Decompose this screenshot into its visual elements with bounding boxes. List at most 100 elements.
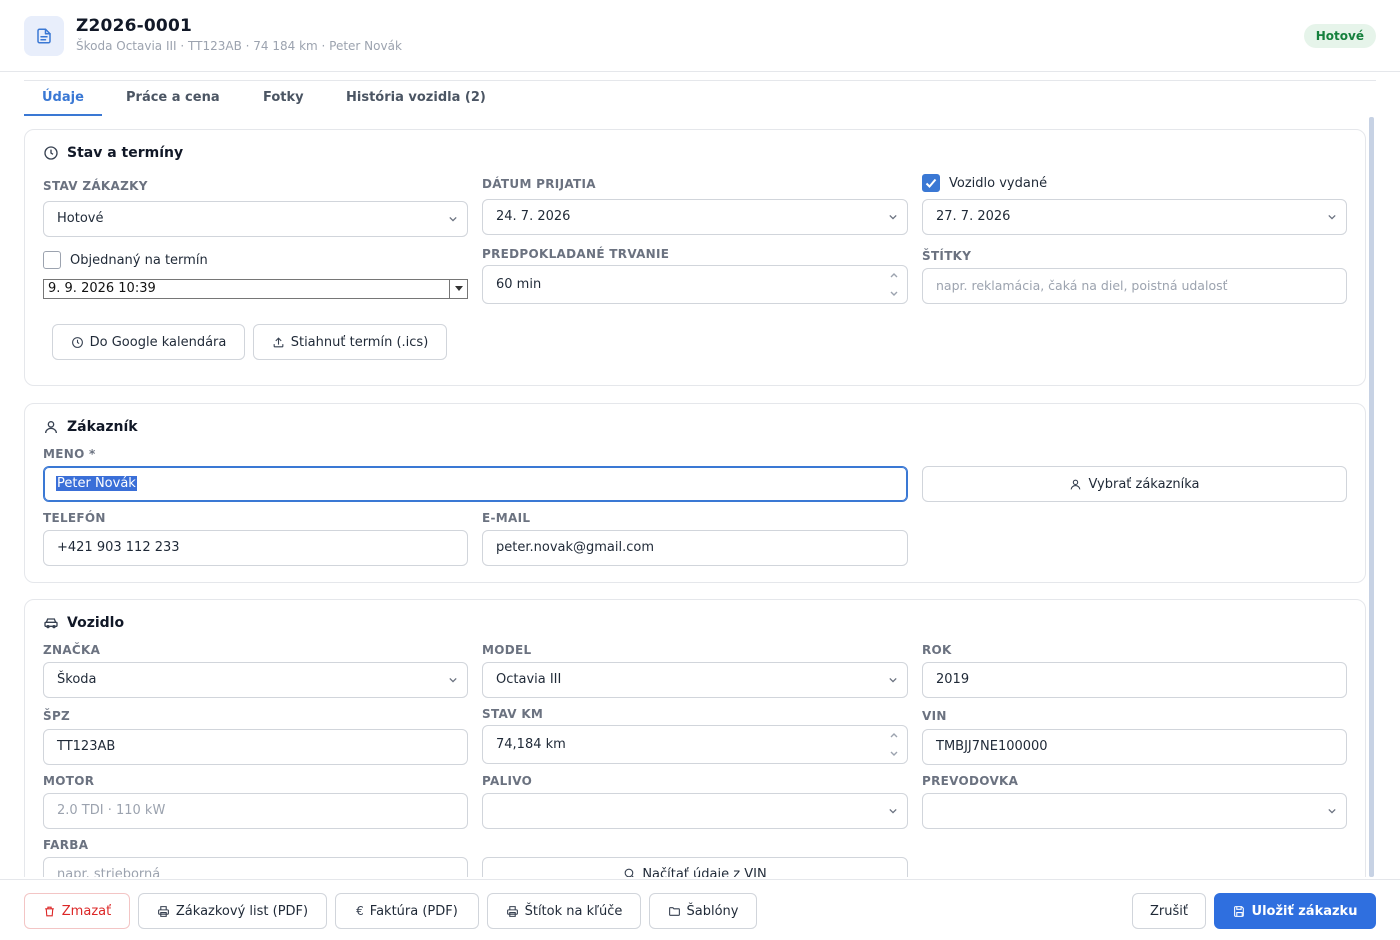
vozidlo-vydane-value: 27. 7. 2026 xyxy=(936,209,1011,224)
delete-button[interactable]: Zmazať xyxy=(24,893,130,929)
tab-prace-a-cena[interactable]: Práce a cena xyxy=(108,81,238,116)
vybrat-zakaznika-button[interactable]: Vybrať zákazníka xyxy=(922,466,1347,502)
stitok-button[interactable]: Štítok na kľúče xyxy=(487,893,641,929)
card-vozidlo: Vozidlo ZNAČKA Škoda MODEL Octavia III R… xyxy=(24,599,1366,877)
rok-input[interactable]: 2019 xyxy=(922,662,1347,698)
page-subtitle: Škoda Octavia III · TT123AB · 74 184 km … xyxy=(76,39,402,53)
palivo-select[interactable] xyxy=(482,793,908,829)
vin-input[interactable]: TMBJJ7NE100000 xyxy=(922,729,1347,765)
vybrat-zakaznika-label: Vybrať zákazníka xyxy=(1088,476,1200,492)
spin-up-icon[interactable] xyxy=(889,271,899,279)
spin-up-icon[interactable] xyxy=(889,731,899,739)
email-input[interactable]: peter.novak@gmail.com xyxy=(482,530,908,566)
vozidlo-vydane-date-field[interactable]: 27. 7. 2026 xyxy=(922,199,1347,235)
telefon-input[interactable]: +421 903 112 233 xyxy=(43,530,468,566)
prevodovka-label: PREVODOVKA xyxy=(922,774,1019,788)
card-title: Zákazník xyxy=(43,419,138,435)
chevron-down-icon xyxy=(889,808,897,814)
faktura-button[interactable]: € Faktúra (PDF) xyxy=(335,893,479,929)
stav-zakazky-select[interactable]: Hotové xyxy=(43,201,468,237)
objednany-checkbox[interactable] xyxy=(43,251,61,269)
motor-placeholder: 2.0 TDI · 110 kW xyxy=(57,803,166,818)
rok-label: ROK xyxy=(922,643,952,657)
dropdown-arrow-icon xyxy=(449,280,467,298)
palivo-label: PALIVO xyxy=(482,774,533,788)
user-icon xyxy=(45,421,57,434)
user-icon xyxy=(1071,479,1081,489)
meno-value: Peter Novák xyxy=(56,476,137,491)
spz-input[interactable]: TT123AB xyxy=(43,729,468,765)
stitky-placeholder: napr. reklamácia, čaká na diel, poistná … xyxy=(936,278,1228,293)
datum-prijatia-field[interactable]: 24. 7. 2026 xyxy=(482,199,908,235)
cancel-label: Zrušiť xyxy=(1150,903,1188,919)
spz-label: ŠPZ xyxy=(43,709,71,723)
nacitat-z-vin-button[interactable]: Načítať údaje z VIN xyxy=(482,857,908,877)
save-button[interactable]: Uložiť zákazku xyxy=(1214,893,1376,929)
save-icon xyxy=(1233,905,1244,917)
zakazkovy-list-label: Zákazkový list (PDF) xyxy=(175,903,309,919)
model-select[interactable]: Octavia III xyxy=(482,662,908,698)
card-zakaznik: Zákazník MENO * Peter Novák Vybrať zákaz… xyxy=(24,403,1366,583)
znacka-label: ZNAČKA xyxy=(43,643,101,657)
tab-historia-vozidla[interactable]: História vozidla (2) xyxy=(328,81,504,116)
checkmark-icon xyxy=(925,178,937,188)
chevron-down-icon xyxy=(889,677,897,683)
form-content: Stav a termíny STAV ZÁKAZKY Hotové Objed… xyxy=(0,117,1400,877)
prevodovka-select[interactable] xyxy=(922,793,1347,829)
termin-datetime-input[interactable]: 9. 9. 2026 10:39 xyxy=(43,279,468,299)
tab-udaje[interactable]: Údaje xyxy=(24,81,102,116)
chevron-down-icon xyxy=(449,677,457,683)
stav-zakazky-value: Hotové xyxy=(57,211,104,226)
motor-input[interactable]: 2.0 TDI · 110 kW xyxy=(43,793,468,829)
car-icon xyxy=(44,618,58,629)
trvanie-field[interactable]: 60 min xyxy=(482,265,908,304)
spin-down-icon[interactable] xyxy=(889,750,899,758)
stav-km-label: STAV KM xyxy=(482,707,544,721)
chevron-down-icon xyxy=(1328,214,1336,220)
farba-input[interactable]: napr. strieborná xyxy=(43,857,468,877)
stav-km-input[interactable]: 74,184 km xyxy=(482,725,908,764)
chevron-down-icon xyxy=(449,216,457,222)
vin-value: TMBJJ7NE100000 xyxy=(936,739,1048,754)
stav-km-value: 74,184 km xyxy=(496,737,566,752)
farba-placeholder: napr. strieborná xyxy=(57,867,161,877)
euro-icon: € xyxy=(356,904,364,918)
model-value: Octavia III xyxy=(496,672,562,687)
spin-down-icon[interactable] xyxy=(889,290,899,298)
stav-zakazky-label: STAV ZÁKAZKY xyxy=(43,179,148,193)
zakazkovy-list-button[interactable]: Zákazkový list (PDF) xyxy=(138,893,327,929)
sablony-button[interactable]: Šablóny xyxy=(649,893,757,929)
vin-label: VIN xyxy=(922,709,947,723)
vozidlo-vydane-checkbox[interactable] xyxy=(922,174,940,192)
footer-toolbar: Zmazať Zákazkový list (PDF) € Faktúra (P… xyxy=(0,879,1400,940)
chevron-down-icon xyxy=(889,214,897,220)
printer-icon xyxy=(157,905,169,917)
clock-icon xyxy=(71,336,83,348)
clock-icon xyxy=(44,146,58,160)
termin-value: 9. 9. 2026 10:39 xyxy=(48,281,156,296)
telefon-label: TELEFÓN xyxy=(43,511,106,525)
spz-value: TT123AB xyxy=(57,739,116,754)
cancel-button[interactable]: Zrušiť xyxy=(1132,893,1206,929)
telefon-value: +421 903 112 233 xyxy=(57,540,180,555)
rok-value: 2019 xyxy=(936,672,970,687)
download-ics-button[interactable]: Stiahnuť termín (.ics) xyxy=(253,324,447,360)
datum-prijatia-label: DÁTUM PRIJATIA xyxy=(482,177,596,191)
card-title: Vozidlo xyxy=(43,615,124,631)
tab-bar: Údaje Práce a cena Fotky História vozidl… xyxy=(24,80,1376,116)
triangle-down-icon xyxy=(454,286,463,291)
znacka-select[interactable]: Škoda xyxy=(43,662,468,698)
email-value: peter.novak@gmail.com xyxy=(496,540,655,555)
tab-fotky[interactable]: Fotky xyxy=(245,81,322,116)
stitky-label: ŠTÍTKY xyxy=(922,249,972,263)
card-title-text: Zákazník xyxy=(67,419,138,435)
objednany-label: Objednaný na termín xyxy=(70,253,208,268)
google-calendar-button[interactable]: Do Google kalendára xyxy=(52,324,245,360)
document-icon xyxy=(24,16,64,56)
save-label: Uložiť zákazku xyxy=(1251,903,1358,919)
meno-input[interactable]: Peter Novák xyxy=(43,466,908,502)
vozidlo-vydane-label: Vozidlo vydané xyxy=(949,176,1048,191)
stitky-input[interactable]: napr. reklamácia, čaká na diel, poistná … xyxy=(922,268,1347,304)
znacka-value: Škoda xyxy=(57,672,97,687)
page-title: Z2026-0001 xyxy=(76,16,193,36)
